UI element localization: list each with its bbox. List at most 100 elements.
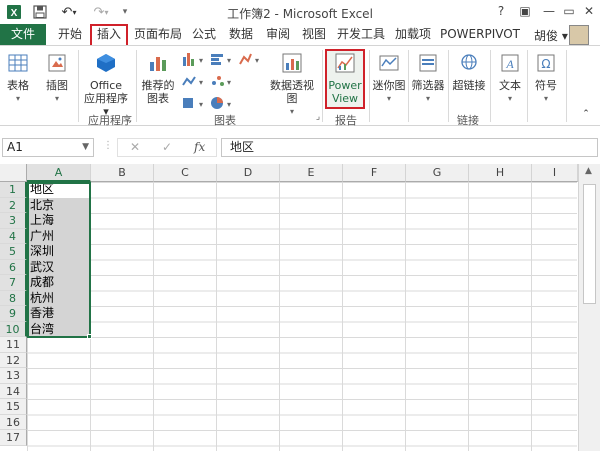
column-header-b[interactable]: B: [91, 164, 154, 182]
ribbon-separator: [369, 50, 370, 122]
select-all-button[interactable]: [0, 164, 27, 182]
row-header[interactable]: 11: [0, 337, 27, 353]
row-header[interactable]: 14: [0, 383, 27, 399]
selection-border: [27, 182, 91, 338]
recommended-charts-button[interactable]: 推荐的 图表: [140, 52, 176, 105]
combo-chart-icon[interactable]: ▾: [236, 51, 262, 70]
tab-home[interactable]: 开始: [52, 24, 88, 45]
picture-icon: [40, 52, 74, 77]
tab-page-layout[interactable]: 页面布局: [132, 24, 184, 45]
sparklines-label: 迷你图: [372, 79, 406, 92]
close-button[interactable]: ✕: [578, 2, 600, 20]
column-header-c[interactable]: C: [154, 164, 217, 182]
column-header-g[interactable]: G: [406, 164, 469, 182]
tab-developer[interactable]: 开发工具: [334, 24, 388, 45]
column-header-d[interactable]: D: [217, 164, 280, 182]
svg-text:▾: ▾: [199, 78, 203, 87]
name-box-dropdown-icon[interactable]: ▼: [82, 139, 89, 156]
text-button[interactable]: A 文本 ▾: [494, 52, 526, 105]
row-header[interactable]: 9: [0, 306, 27, 322]
svg-text:▾: ▾: [255, 56, 259, 65]
ribbon-separator: [408, 50, 409, 122]
column-header-i[interactable]: I: [532, 164, 578, 182]
row-header[interactable]: 5: [0, 244, 27, 260]
filters-button[interactable]: 筛选器 ▾: [410, 52, 446, 105]
tables-label: 表格: [7, 79, 29, 92]
column-header-f[interactable]: F: [343, 164, 406, 182]
collapse-ribbon-icon[interactable]: ⌃: [578, 108, 594, 121]
help-button[interactable]: ?: [490, 2, 512, 20]
name-box[interactable]: A1 ▼: [2, 138, 94, 157]
tab-review[interactable]: 审阅: [262, 24, 294, 45]
row-header[interactable]: 2: [0, 197, 27, 213]
scroll-up-icon[interactable]: ▲: [585, 166, 592, 176]
vertical-scrollbar[interactable]: ▲: [578, 164, 600, 451]
row-header[interactable]: 12: [0, 352, 27, 368]
row-header[interactable]: 8: [0, 290, 27, 306]
power-view-button[interactable]: Power View: [326, 52, 364, 105]
ribbon-display-options-icon[interactable]: ▣: [514, 2, 536, 20]
power-view-icon: [326, 52, 364, 77]
illustrations-button[interactable]: 插图 ▾: [40, 52, 74, 105]
tab-powerpivot[interactable]: POWERPIVOT: [438, 24, 522, 45]
column-header-h[interactable]: H: [469, 164, 532, 182]
row-header[interactable]: 4: [0, 228, 27, 244]
column-header-a[interactable]: A: [27, 164, 91, 182]
recommended-label-1: 推荐的: [141, 79, 175, 92]
insert-function-icon[interactable]: fx: [194, 140, 205, 154]
symbols-button[interactable]: Ω 符号 ▾: [530, 52, 562, 105]
globe-link-icon: [450, 52, 488, 77]
avatar[interactable]: [569, 25, 589, 45]
omega-icon: Ω: [530, 52, 562, 77]
worksheet-grid: A B C D E F G H I 1 2 3 4 5 6 7 8 9 10 1…: [0, 164, 600, 451]
minimize-button[interactable]: —: [538, 2, 560, 20]
formula-input[interactable]: 地区: [221, 138, 598, 157]
tab-formulas[interactable]: 公式: [188, 24, 220, 45]
restore-button[interactable]: ▭: [558, 2, 580, 20]
cell-area[interactable]: [27, 182, 577, 451]
recommended-chart-icon: [140, 52, 176, 77]
table-icon: [4, 52, 32, 77]
power-view-label-1: Power: [328, 79, 362, 92]
ribbon-separator: [566, 50, 567, 122]
row-header[interactable]: 13: [0, 368, 27, 384]
hyperlink-button[interactable]: 超链接: [450, 52, 488, 92]
row-header[interactable]: 6: [0, 259, 27, 275]
office-apps-label-1: Office: [89, 79, 123, 92]
scroll-thumb[interactable]: [583, 184, 596, 304]
row-header[interactable]: 17: [0, 430, 27, 446]
reports-group-label: 报告: [335, 114, 357, 127]
slicer-icon: [410, 52, 446, 77]
cancel-icon[interactable]: ✕: [130, 140, 140, 154]
tab-addins[interactable]: 加载项: [392, 24, 434, 45]
row-header[interactable]: 1: [0, 182, 27, 198]
row-header[interactable]: 16: [0, 414, 27, 430]
ribbon-separator: [322, 50, 323, 122]
enter-icon[interactable]: ✓: [162, 140, 172, 154]
tables-button[interactable]: 表格 ▾: [4, 52, 32, 105]
column-chart-icon[interactable]: ▾: [180, 51, 206, 70]
svg-text:▾: ▾: [199, 100, 203, 109]
row-header[interactable]: 7: [0, 275, 27, 291]
sparklines-button[interactable]: 迷你图 ▾: [372, 52, 406, 105]
stock-chart-icon[interactable]: ▾: [208, 73, 234, 92]
tab-view[interactable]: 视图: [298, 24, 330, 45]
tab-file[interactable]: 文件: [0, 24, 46, 45]
line-chart-icon[interactable]: ▾: [180, 73, 206, 92]
hierarchy-chart-icon[interactable]: ▾: [208, 51, 234, 70]
ribbon-separator: [78, 50, 79, 122]
tab-data[interactable]: 数据: [224, 24, 258, 45]
row-header[interactable]: 10: [0, 321, 27, 337]
pivotchart-button[interactable]: 数据透视图 ▾: [265, 52, 319, 118]
office-apps-button[interactable]: Office 应用程序 ▾: [80, 52, 132, 118]
fill-handle[interactable]: [87, 334, 92, 339]
tab-insert[interactable]: 插入: [90, 24, 128, 45]
row-header[interactable]: 15: [0, 399, 27, 415]
row-header[interactable]: 3: [0, 213, 27, 229]
ribbon-tabs: 文件 开始 插入 页面布局 公式 数据 审阅 视图 开发工具 加载项 POWER…: [0, 24, 600, 45]
ribbon-separator: [136, 50, 137, 122]
column-header-e[interactable]: E: [280, 164, 343, 182]
filters-label: 筛选器: [411, 79, 445, 92]
user-account[interactable]: 胡俊 ▾: [534, 27, 568, 44]
sparkline-icon: [372, 52, 406, 77]
